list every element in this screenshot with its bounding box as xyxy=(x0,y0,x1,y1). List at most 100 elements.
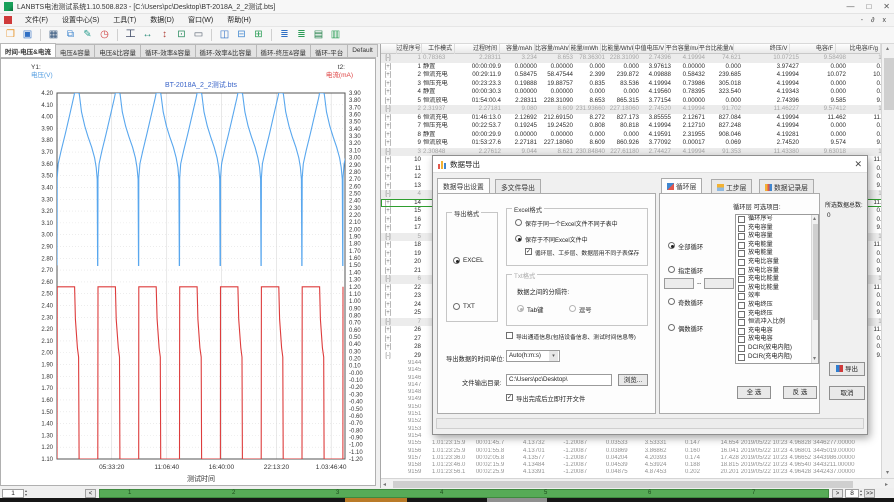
chart-tab-3[interactable]: 循环-效率&容量 xyxy=(140,44,196,57)
column-header[interactable]: 比电容/F/g xyxy=(836,44,881,54)
item-checkbox[interactable] xyxy=(738,242,745,249)
grid-view-icon[interactable]: ▥ xyxy=(328,28,343,42)
chart-tab-6[interactable]: 循环-平台 xyxy=(310,44,348,57)
scroll-right-icon[interactable]: ▸ xyxy=(885,481,888,488)
page-number-spinner[interactable]: 8 xyxy=(845,489,859,498)
step-row[interactable]: [+]9恒流放电01:53:27.62.27181227.180608.6098… xyxy=(381,139,881,148)
cycle-group-row[interactable]: [-]10.783632.283113.2348.65378.36301228.… xyxy=(381,54,881,63)
list-scroll-down-icon[interactable]: ▾ xyxy=(813,355,816,362)
zoom-region-icon[interactable]: ⊡ xyxy=(174,28,189,42)
dialog-close-icon[interactable]: ✕ xyxy=(854,159,862,170)
chart-tab-4[interactable]: 循环-效率&比容量 xyxy=(195,44,257,57)
vertical-scroll-thumb[interactable] xyxy=(884,58,894,110)
tab-separator-radio[interactable] xyxy=(517,305,524,312)
step-row[interactable]: [+]7恒压充电00:22:53.70.1924519.245200.80880… xyxy=(381,122,881,131)
item-checkbox[interactable] xyxy=(738,250,745,257)
tab-step-layer[interactable]: 工步层 xyxy=(711,179,752,194)
chart-page-spinner-arrows[interactable]: ▴▾ xyxy=(25,489,27,497)
even-cycles-radio[interactable] xyxy=(668,324,675,331)
item-checkbox[interactable] xyxy=(738,328,745,335)
same-file-label[interactable]: 保存于同一个Excel文件不同子表中 xyxy=(525,219,618,228)
column-header[interactable]: 电容/F xyxy=(790,44,836,54)
dialog-title-bar[interactable]: 数据导出 ✕ xyxy=(433,156,867,173)
menu-item[interactable]: 帮助(H) xyxy=(220,17,258,24)
list-item[interactable]: DCIR(充电内阻) xyxy=(736,353,818,362)
column-header[interactable] xyxy=(381,44,397,54)
subsheet-checkbox[interactable]: ✓ xyxy=(525,248,532,255)
record-row[interactable]: 91581.01:23:46.000:02:15.94.13484-1.2008… xyxy=(381,462,881,469)
txt-radio[interactable] xyxy=(453,303,460,310)
output-dir-input[interactable]: C:\Users\pc\Desktop\ xyxy=(506,374,612,386)
step-row[interactable]: [+]5恒流放电01:54:00.42.28311228.310908.6538… xyxy=(381,97,881,106)
chart-tab-0[interactable]: 时间-电压&电流 xyxy=(0,43,56,57)
item-checkbox[interactable] xyxy=(738,293,745,300)
fit-height-icon[interactable]: ↕ xyxy=(157,28,172,42)
chart-tab-1[interactable]: 电压&容量 xyxy=(55,44,95,57)
alarm-icon[interactable]: ◷ xyxy=(97,28,112,42)
channel-info-label[interactable]: 导出通道信息(包括设备信息、测试时间信息等) xyxy=(516,332,636,341)
list-view-icon[interactable]: ≣ xyxy=(277,28,292,42)
cycle-items-list[interactable]: 循环序号充电容量放电容量充电能量放电能量充电比容量放电比容量充电比能量放电比能量… xyxy=(735,214,819,364)
list-scroll-thumb[interactable] xyxy=(813,224,818,320)
open-after-label[interactable]: 导出完成后立即打开文件 xyxy=(516,394,585,403)
channel-info-checkbox[interactable] xyxy=(506,332,513,339)
all-cycles-label[interactable]: 全部循环 xyxy=(678,242,703,251)
page-last-button[interactable]: >> xyxy=(864,489,875,498)
page-spinner-arrows[interactable]: ▴▾ xyxy=(860,489,862,497)
comma-separator-radio[interactable] xyxy=(569,305,576,312)
column-header[interactable]: 过程序号 xyxy=(397,44,422,54)
excel-radio[interactable] xyxy=(453,257,460,264)
column-header[interactable]: 过程时间 xyxy=(455,44,500,54)
diff-file-label[interactable]: 保存于不同Excel文件中 xyxy=(525,235,588,244)
diff-file-radio[interactable] xyxy=(515,235,522,242)
mdi-restore-button[interactable]: ∂ xyxy=(871,17,874,24)
minimize-button[interactable]: — xyxy=(846,2,854,11)
range-start-input[interactable] xyxy=(664,278,694,289)
step-row[interactable]: [+]8静置00:00:29.90.000000.000000.0000.000… xyxy=(381,131,881,140)
list-item[interactable]: 放电容量 xyxy=(736,232,818,241)
page-prev-button[interactable]: < xyxy=(85,489,96,498)
item-checkbox[interactable] xyxy=(738,285,745,292)
excel-radio-label[interactable]: EXCEL xyxy=(463,257,484,264)
item-checkbox[interactable] xyxy=(738,345,745,352)
list-scrollbar[interactable]: ▴ ▾ xyxy=(811,215,818,363)
column-header[interactable]: 中值电压/V xyxy=(634,44,665,54)
step-row[interactable]: [+]6恒流充电01:46:13.02.12692212.691508.2728… xyxy=(381,114,881,123)
item-checkbox[interactable] xyxy=(738,354,745,361)
odd-cycles-radio[interactable] xyxy=(668,298,675,305)
mdi-close-button[interactable]: x xyxy=(883,17,887,24)
list-item[interactable]: 放电能量 xyxy=(736,249,818,258)
scroll-up-icon[interactable]: ▴ xyxy=(886,45,889,52)
menu-item[interactable]: 文件(F) xyxy=(18,17,55,24)
zoom-box-icon[interactable]: ▭ xyxy=(191,28,206,42)
item-checkbox[interactable] xyxy=(738,259,745,266)
menu-item[interactable]: 窗口(W) xyxy=(181,17,220,24)
tab-cycle-layer[interactable]: 循环层 xyxy=(661,178,702,193)
vertical-scrollbar[interactable]: ▴ ▾ xyxy=(881,44,894,478)
maximize-button[interactable]: □ xyxy=(866,2,871,11)
fit-horizontal-icon[interactable]: 工 xyxy=(123,28,138,42)
column-header[interactable]: 工作模式 xyxy=(422,44,455,54)
list-item[interactable]: 充电比能量 xyxy=(736,275,818,284)
column-header[interactable]: 平台比能量/W xyxy=(699,44,734,54)
open-after-checkbox[interactable]: ✓ xyxy=(506,394,513,401)
select-all-button[interactable]: 全 选 xyxy=(737,386,771,399)
cancel-button[interactable]: 取消 xyxy=(829,386,865,400)
time-unit-select[interactable]: Auto(h:m:s) ▾ xyxy=(506,350,560,362)
record-row[interactable]: 91571.01:23:36.000:02:05.84.13577-1.2008… xyxy=(381,455,881,462)
cycle-group-row[interactable]: [-]22.319372.271819.0808.609231.93660227… xyxy=(381,105,881,114)
range-cycles-label[interactable]: 指定循环 xyxy=(678,266,703,275)
list-item[interactable]: DCIR(放电内阻) xyxy=(736,344,818,353)
edit-chart-icon[interactable]: ✎ xyxy=(80,28,95,42)
column-header[interactable]: 终压/V xyxy=(734,44,790,54)
list-item[interactable]: 充电比容量 xyxy=(736,258,818,267)
menu-item[interactable]: 数据(D) xyxy=(143,17,181,24)
list-item[interactable]: 放电电容 xyxy=(736,335,818,344)
table-view-icon[interactable]: ▤ xyxy=(311,28,326,42)
step-row[interactable]: [+]2恒流充电00:29:11.90.5847558.475442.39923… xyxy=(381,71,881,80)
item-checkbox[interactable] xyxy=(738,276,745,283)
item-checkbox[interactable] xyxy=(738,225,745,232)
save-icon[interactable]: ▣ xyxy=(20,28,35,42)
monitor-icon[interactable]: ▦ xyxy=(46,28,61,42)
page-progress-bar[interactable]: 1234567 xyxy=(99,489,829,498)
